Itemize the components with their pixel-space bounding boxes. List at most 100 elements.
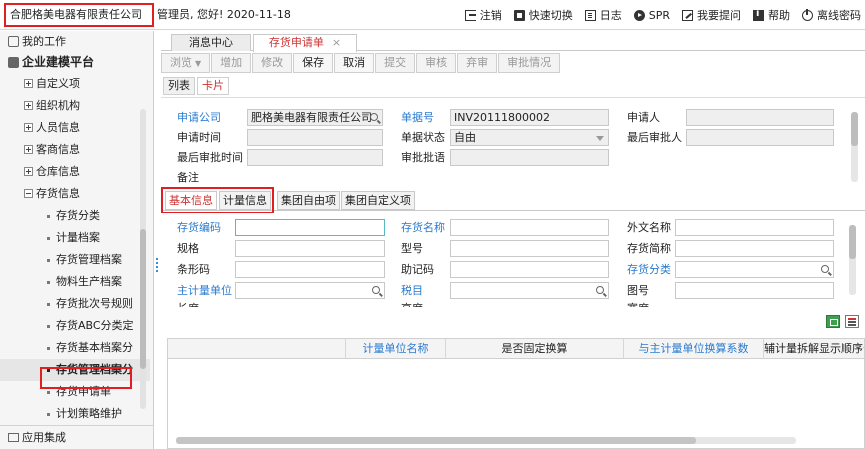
add-button[interactable]: 增加 — [211, 53, 252, 73]
grid-col-fixed-conversion[interactable]: 是否固定换算 — [446, 339, 624, 359]
inv-class-label: 存货分类 — [627, 263, 671, 276]
offline-password-button[interactable]: 离线密码 — [802, 7, 861, 23]
sidebar-platform[interactable]: 企业建模平台 — [0, 52, 153, 73]
foreign-name-input[interactable] — [675, 219, 834, 236]
sidebar-item-plan-strategy[interactable]: 计划策略维护 — [0, 403, 150, 425]
applicant-field[interactable] — [686, 109, 834, 126]
close-icon[interactable]: × — [332, 36, 341, 49]
abandon-review-button[interactable]: 弃审 — [457, 53, 498, 73]
tab-list-view[interactable]: 列表 — [163, 77, 195, 95]
sub-tabs-highlight — [161, 187, 274, 214]
sidebar-item-inventory-manage-file[interactable]: 存货管理档案 — [0, 249, 150, 271]
sidebar-item-custom-items[interactable]: 自定义项 — [0, 73, 150, 95]
save-button[interactable]: 保存 — [293, 53, 334, 73]
barcode-input[interactable] — [235, 261, 385, 278]
quick-switch-button[interactable]: 快速切换 — [513, 7, 573, 23]
expand-icon[interactable] — [24, 145, 33, 154]
column-config-icon[interactable] — [845, 315, 859, 328]
search-icon[interactable] — [821, 265, 829, 273]
sidebar-item-batch-rule[interactable]: 存货批次号规则 — [0, 293, 150, 315]
grid-col-unit-name[interactable]: 计量单位名称 — [346, 339, 446, 359]
sidebar-item-warehouse[interactable]: 仓库信息 — [0, 161, 150, 183]
log-button[interactable]: 日志 — [584, 7, 622, 23]
search-icon[interactable] — [370, 113, 378, 121]
doc-status-select[interactable]: 自由 — [450, 129, 609, 146]
browse-button[interactable]: 浏览 ▼ — [161, 53, 211, 73]
tab-card-view[interactable]: 卡片 — [197, 77, 229, 95]
user-greeting: 管理员, 您好! 2020-11-18 — [157, 8, 291, 21]
tab-group-free-items[interactable]: 集团自由项 — [277, 191, 340, 210]
sidebar-scrollbar[interactable] — [140, 109, 146, 409]
grid-col-display-order[interactable]: 辅计量拆解显示顺序号 — [764, 339, 864, 359]
sidebar-item-label: 存货管理档案 — [56, 253, 122, 266]
approve-comment-field[interactable] — [450, 149, 609, 166]
main-unit-input[interactable] — [235, 282, 385, 299]
approval-status-button[interactable]: 审批情况 — [498, 53, 561, 73]
sidebar-item-abc-class[interactable]: 存货ABC分类定 — [0, 315, 150, 337]
inv-class-input[interactable] — [675, 261, 834, 278]
search-icon[interactable] — [372, 286, 380, 294]
sidebar-item-inventory-class[interactable]: 存货分类 — [0, 205, 150, 227]
collapse-icon[interactable] — [24, 189, 33, 198]
review-button[interactable]: 审核 — [416, 53, 457, 73]
expand-icon[interactable] — [24, 123, 33, 132]
ask-icon — [682, 9, 693, 21]
panel-splitter-handle[interactable] — [156, 258, 158, 272]
toolbar: 浏览 ▼ 增加 修改 保存 取消 提交 审核 弃审 审批情况 — [161, 53, 561, 73]
sidebar-item-customer-supplier[interactable]: 客商信息 — [0, 139, 150, 161]
tab-message-center[interactable]: 消息中心 — [171, 34, 251, 51]
inv-name-input[interactable] — [450, 219, 609, 236]
grid-col-conversion-factor[interactable]: 与主计量单位换算系数 — [624, 339, 764, 359]
inv-code-input[interactable] — [235, 219, 385, 236]
inventory-request-highlight — [40, 367, 132, 389]
expand-icon[interactable] — [24, 101, 33, 110]
detail-form-scrollbar-thumb[interactable] — [849, 225, 856, 259]
grid-scrollbar-thumb[interactable] — [176, 437, 696, 444]
search-icon[interactable] — [596, 286, 604, 294]
tab-inventory-request[interactable]: 存货申请单 × — [253, 34, 357, 52]
doc-no-field[interactable]: INV20111800002 — [450, 109, 609, 126]
chevron-down-icon[interactable] — [596, 136, 604, 141]
logout-button[interactable]: 注销 — [464, 7, 502, 23]
spr-button[interactable]: SPR — [633, 9, 670, 22]
grid-horizontal-scrollbar[interactable] — [176, 437, 796, 444]
sidebar-item-label: 物料生产档案 — [56, 275, 122, 288]
sidebar-item-label: 存货信息 — [36, 187, 80, 200]
inv-short-name-input[interactable] — [675, 240, 834, 257]
sidebar-app-integration[interactable]: 应用集成 — [0, 425, 153, 449]
last-approver-field[interactable] — [686, 129, 834, 146]
sidebar-item-inventory[interactable]: 存货信息 — [0, 183, 150, 205]
sidebar-scrollbar-thumb[interactable] — [140, 229, 146, 369]
modify-button[interactable]: 修改 — [252, 53, 293, 73]
drawing-no-input[interactable] — [675, 282, 834, 299]
inv-name-label: 存货名称 — [401, 221, 445, 234]
sidebar-my-work[interactable]: 我的工作 — [0, 31, 153, 52]
submit-button[interactable]: 提交 — [375, 53, 416, 73]
last-approve-time-field[interactable] — [247, 149, 383, 166]
cancel-button[interactable]: 取消 — [334, 53, 375, 73]
expand-icon[interactable] — [24, 79, 33, 88]
help-button[interactable]: 帮助 — [753, 7, 790, 23]
tab-group-custom-items[interactable]: 集团自定义项 — [341, 191, 415, 210]
logout-label: 注销 — [479, 9, 502, 22]
sidebar-item-material-production[interactable]: 物料生产档案 — [0, 271, 150, 293]
sidebar-item-personnel[interactable]: 人员信息 — [0, 117, 150, 139]
header-form-scrollbar[interactable] — [851, 112, 858, 182]
apply-company-value: 肥格美电器有限责任公司 — [251, 111, 372, 124]
detail-form-scrollbar[interactable] — [849, 225, 856, 295]
export-excel-icon[interactable] — [826, 315, 840, 328]
apply-time-field[interactable] — [247, 129, 383, 146]
header-form-scrollbar-thumb[interactable] — [851, 112, 858, 146]
sidebar-item-basic-file-dist[interactable]: 存货基本档案分 — [0, 337, 150, 359]
inv-short-name-label: 存货简称 — [627, 242, 671, 255]
sidebar-item-measure-file[interactable]: 计量档案 — [0, 227, 150, 249]
tax-item-input[interactable] — [450, 282, 609, 299]
width-label: 宽度 — [627, 301, 649, 307]
mnemonic-input[interactable] — [450, 261, 609, 278]
expand-icon[interactable] — [24, 167, 33, 176]
model-input[interactable] — [450, 240, 609, 257]
apply-company-field[interactable]: 肥格美电器有限责任公司 — [247, 109, 383, 126]
sidebar-item-organization[interactable]: 组织机构 — [0, 95, 150, 117]
ask-question-button[interactable]: 我要提问 — [682, 7, 741, 23]
spec-input[interactable] — [235, 240, 385, 257]
